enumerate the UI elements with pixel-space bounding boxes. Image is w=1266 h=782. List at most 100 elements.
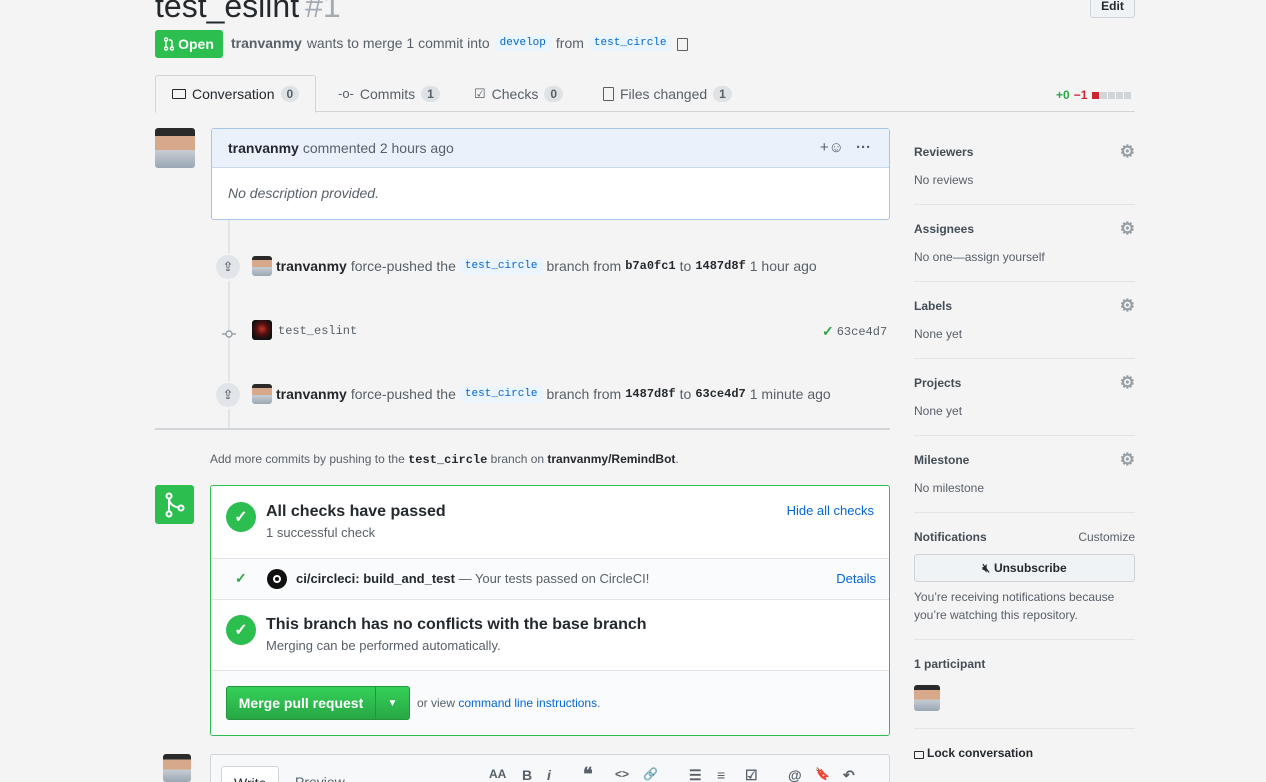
no-conflicts-icon: ✓: [226, 615, 256, 645]
event-time[interactable]: 1 minute ago: [750, 386, 831, 402]
task-list-icon[interactable]: ☑: [745, 767, 758, 782]
unsubscribe-button[interactable]: 🔇︎ Unsubscribe: [914, 554, 1135, 582]
link-icon[interactable]: 🔗: [643, 767, 658, 781]
conflict-subtitle: Merging can be performed automatically.: [266, 638, 501, 653]
pr-description-comment: tranvanmy commented 2 hours ago +☺ ··· N…: [211, 128, 890, 220]
pr-author-link[interactable]: tranvanmy: [231, 35, 302, 51]
hint-mid: branch on: [490, 452, 545, 466]
reviewers-title[interactable]: Reviewers: [914, 145, 973, 159]
preview-tab[interactable]: Preview: [283, 766, 357, 782]
timeline-end-divider: [155, 428, 890, 430]
tab-conversation[interactable]: Conversation 0: [155, 75, 317, 113]
force-push-event-2: tranvanmy force-pushed the test_circle b…: [276, 386, 831, 402]
deletions-count: −1: [1073, 88, 1088, 102]
comment-body: No description provided.: [228, 185, 379, 201]
heading-icon[interactable]: AA: [489, 767, 506, 781]
to-text: to: [679, 386, 692, 402]
code-icon[interactable]: <>: [615, 767, 629, 781]
labels-value: None yet: [914, 327, 963, 341]
tab-files-changed[interactable]: Files changed 1: [587, 75, 748, 112]
check-text: ci/circleci: build_and_test — Your tests…: [296, 571, 649, 586]
event-author[interactable]: tranvanmy: [276, 258, 347, 274]
projects-title[interactable]: Projects: [914, 376, 961, 390]
assignees-value[interactable]: No one—assign yourself: [914, 250, 1135, 264]
pr-action-text: wants to merge 1 commit into: [306, 35, 490, 51]
gear-icon[interactable]: ⚙: [1120, 143, 1135, 160]
event-verb: force-pushed the: [350, 258, 456, 274]
to-sha[interactable]: 1487d8f: [695, 259, 745, 273]
pr-number: #1: [305, 0, 341, 24]
lock-conversation-link[interactable]: Lock conversation: [914, 746, 1033, 760]
gear-icon[interactable]: ⚙: [1120, 220, 1135, 237]
participants-section: 1 participant: [914, 657, 1135, 729]
bold-icon[interactable]: B: [522, 767, 532, 782]
push-author-avatar[interactable]: [252, 256, 272, 276]
comment-author[interactable]: tranvanmy: [228, 140, 299, 156]
commit-message[interactable]: test_eslint: [278, 324, 357, 338]
copy-icon[interactable]: [676, 37, 688, 51]
checklist-icon: ☑: [474, 85, 486, 101]
milestone-title[interactable]: Milestone: [914, 453, 969, 467]
bulleted-list-icon[interactable]: ☰: [689, 767, 702, 782]
event-author[interactable]: tranvanmy: [276, 386, 347, 402]
merge-actions: Merge pull request ▼ or view command lin…: [211, 670, 889, 735]
additions-count: +0: [1056, 88, 1070, 102]
edit-button[interactable]: Edit: [1090, 0, 1135, 18]
to-sha[interactable]: 63ce4d7: [695, 387, 745, 401]
author-avatar[interactable]: [155, 128, 195, 168]
head-branch-tag[interactable]: test_circle: [588, 35, 672, 51]
from-text: from: [555, 35, 584, 51]
commit-icon: -o-: [338, 86, 354, 101]
from-sha[interactable]: 1487d8f: [625, 387, 675, 401]
event-branch[interactable]: test_circle: [459, 386, 543, 402]
tab-checks[interactable]: ☑ Checks 0: [458, 75, 579, 112]
viewer-avatar[interactable]: [163, 754, 191, 782]
check-details-link[interactable]: Details: [836, 571, 876, 586]
from-sha[interactable]: b7a0fc1: [625, 259, 675, 273]
pr-state-label: Open: [178, 36, 214, 52]
notifications-note: You’re receiving notifications because y…: [914, 590, 1115, 622]
labels-title[interactable]: Labels: [914, 299, 952, 313]
hint-prefix: Add more commits by pushing to the: [210, 452, 405, 466]
circleci-icon: [267, 569, 287, 589]
more-options-icon[interactable]: ···: [856, 139, 871, 156]
command-line-link[interactable]: command line instructions: [458, 696, 597, 710]
quote-icon[interactable]: ❝: [583, 764, 593, 782]
gear-icon[interactable]: ⚙: [1120, 451, 1135, 468]
comment-meta[interactable]: commented 2 hours ago: [303, 140, 454, 156]
commit-author-avatar[interactable]: [252, 320, 272, 340]
base-branch-tag[interactable]: develop: [494, 35, 551, 51]
projects-value: None yet: [914, 404, 963, 418]
write-tab[interactable]: Write: [221, 766, 280, 782]
merge-method-dropdown[interactable]: ▼: [376, 686, 410, 720]
tab-commits[interactable]: -o- Commits 1: [322, 75, 456, 112]
hide-checks-link[interactable]: Hide all checks: [787, 503, 874, 518]
hint-branch: test_circle: [408, 453, 488, 467]
tab-label: Files changed: [620, 85, 708, 102]
event-mid: branch from: [546, 258, 622, 274]
repo-push-icon: ⇪: [214, 253, 242, 281]
saved-reply-icon[interactable]: 🔖: [815, 767, 830, 781]
assignees-title[interactable]: Assignees: [914, 222, 974, 236]
mention-icon[interactable]: @: [788, 767, 802, 782]
gear-icon[interactable]: ⚙: [1120, 297, 1135, 314]
lock-label: Lock conversation: [927, 746, 1034, 760]
push-author-avatar[interactable]: [252, 384, 272, 404]
notifications-title: Notifications: [914, 530, 987, 544]
italic-icon[interactable]: i: [547, 767, 551, 782]
numbered-list-icon[interactable]: ≡: [717, 767, 725, 782]
customize-link[interactable]: Customize: [1078, 530, 1135, 544]
participant-avatar[interactable]: [914, 685, 940, 711]
diffstat-bar: [1091, 88, 1132, 102]
gear-icon[interactable]: ⚙: [1120, 374, 1135, 391]
pr-title-text: test_eslint: [155, 0, 300, 24]
commit-status: ✓ 63ce4d7: [822, 323, 887, 340]
check-icon[interactable]: ✓: [822, 323, 834, 340]
reply-icon[interactable]: ↶: [843, 767, 855, 782]
event-branch[interactable]: test_circle: [459, 258, 543, 274]
commit-sha[interactable]: 63ce4d7: [837, 325, 887, 339]
add-reaction-icon[interactable]: +☺: [820, 139, 844, 156]
check-name: ci/circleci: build_and_test: [296, 571, 455, 586]
event-time[interactable]: 1 hour ago: [750, 258, 817, 274]
merge-pull-request-button[interactable]: Merge pull request: [226, 686, 376, 720]
